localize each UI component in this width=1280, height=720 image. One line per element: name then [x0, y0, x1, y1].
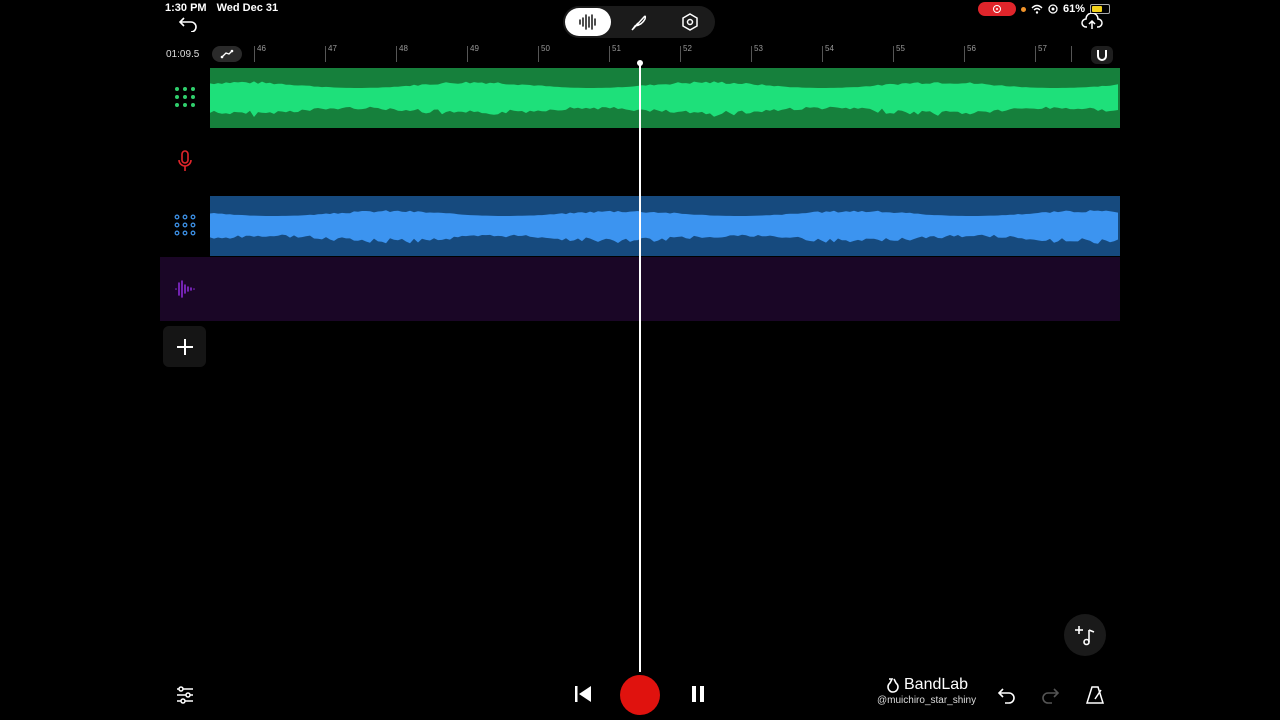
brand-username: @muichiro_star_shiny	[877, 695, 977, 706]
bar-number: 54	[825, 44, 834, 53]
bar-number: 55	[896, 44, 905, 53]
bandlab-logo: BandLab	[877, 676, 976, 694]
drum-machine-icon	[175, 87, 195, 107]
brand-watermark: BandLab @muichiro_star_shiny	[877, 676, 976, 706]
feather-icon	[631, 15, 647, 31]
drum-machine-icon	[174, 214, 196, 236]
track-2-vocal[interactable]	[163, 139, 207, 183]
metronome-icon	[1085, 686, 1105, 704]
waveform-icon	[579, 14, 596, 30]
bar-number: 48	[399, 44, 408, 53]
music-note-plus-icon	[1075, 626, 1095, 646]
view-toolbar	[563, 6, 715, 38]
tab-instruments[interactable]	[616, 8, 662, 36]
track-1-region[interactable]	[210, 68, 1120, 128]
bar-number: 47	[328, 44, 337, 53]
track-3-region[interactable]	[210, 196, 1120, 256]
bar-number: 56	[967, 44, 976, 53]
undo-button[interactable]	[995, 684, 1019, 706]
upload-button[interactable]	[1080, 12, 1104, 32]
add-track-button[interactable]	[163, 326, 206, 367]
redo-button[interactable]	[1038, 684, 1062, 706]
tab-settings[interactable]	[667, 8, 713, 36]
bar-number: 46	[257, 44, 266, 53]
microphone-icon	[178, 150, 192, 171]
track-3-instrument[interactable]	[163, 203, 207, 247]
hexagon-settings-icon	[682, 13, 698, 31]
metronome-button[interactable]	[1083, 683, 1107, 707]
pause-icon	[692, 686, 704, 702]
timeline-ruler[interactable]: 46 47 48 49 50 51 52 53 54 55 56 57	[254, 42, 1084, 66]
automation-button[interactable]	[212, 46, 242, 62]
skip-back-icon	[575, 686, 591, 702]
back-button[interactable]	[176, 12, 200, 34]
plus-icon	[176, 338, 193, 355]
automation-icon	[220, 49, 234, 59]
bar-number: 53	[754, 44, 763, 53]
location-icon	[1048, 4, 1058, 14]
undo-icon	[997, 688, 1015, 704]
bandlab-icon	[887, 678, 899, 693]
tab-waveform[interactable]	[565, 8, 611, 36]
playhead-time: 01:09.5	[166, 49, 200, 60]
track-1-instrument[interactable]	[163, 75, 207, 119]
status-date: Wed Dec 31	[216, 2, 279, 14]
track-4-audio[interactable]	[163, 267, 207, 311]
screen-recording-icon	[978, 2, 1016, 16]
sliders-icon	[177, 686, 193, 704]
wifi-icon	[1031, 4, 1043, 14]
add-music-button[interactable]	[1064, 614, 1106, 656]
mixer-button[interactable]	[174, 684, 196, 706]
track-1-waveform	[210, 81, 1118, 117]
skip-to-start-button[interactable]	[571, 676, 595, 712]
track-3-waveform	[210, 210, 1118, 244]
record-button[interactable]	[620, 675, 660, 715]
bar-number: 57	[1038, 44, 1047, 53]
playhead[interactable]	[639, 62, 641, 672]
bar-number: 52	[683, 44, 692, 53]
snap-button[interactable]	[1091, 46, 1113, 64]
brand-name: BandLab	[904, 676, 969, 693]
bar-number: 50	[541, 44, 550, 53]
magnet-icon	[1097, 50, 1107, 61]
cloud-upload-icon	[1081, 13, 1103, 29]
back-icon	[178, 17, 197, 32]
redo-icon	[1042, 688, 1060, 704]
audio-wave-icon	[175, 280, 195, 298]
playhead-handle[interactable]	[637, 60, 643, 66]
mic-in-use-icon	[1021, 6, 1026, 12]
bar-number: 51	[612, 44, 621, 53]
pause-button[interactable]	[686, 676, 710, 712]
bar-number: 49	[470, 44, 479, 53]
